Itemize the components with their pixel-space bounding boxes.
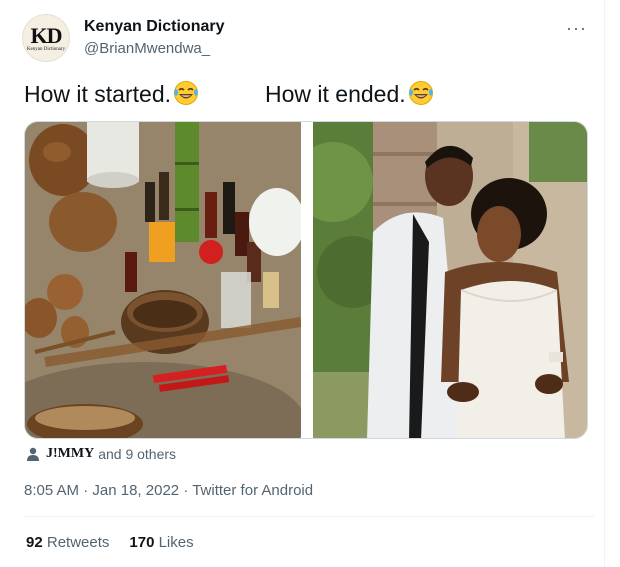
engagement-stats: 92 Retweets 170 Likes — [26, 534, 194, 551]
face-with-tears-of-joy-emoji — [408, 81, 433, 105]
tweet-media[interactable] — [24, 121, 588, 439]
user-handle[interactable]: @BrianMwendwa_ — [84, 40, 210, 57]
wedding-couple-photo[interactable] — [313, 122, 588, 439]
likes-count: 170 — [129, 534, 155, 551]
liker-name[interactable]: J!MMY — [46, 446, 94, 462]
likers-rest[interactable]: and 9 others — [98, 446, 176, 462]
face-with-tears-of-joy-emoji — [174, 81, 198, 105]
likes-label: Likes — [158, 534, 194, 551]
divider — [24, 516, 594, 517]
avatar-logo-text: KD — [30, 23, 63, 48]
caption-left-text: How it started. — [24, 81, 171, 107]
tweet-metadata: 8:05 AM · Jan 18, 2022 · Twitter for And… — [24, 482, 313, 499]
avatar-logo-subtext: Kenyan Dictionary — [26, 47, 66, 52]
caption-how-it-ended: How it ended. — [265, 80, 434, 108]
caption-right-text: How it ended. — [265, 81, 406, 107]
retweets-stat[interactable]: 92 Retweets — [26, 534, 109, 551]
more-horizontal-icon[interactable]: ··· — [566, 18, 587, 39]
ritual-items-photo[interactable] — [25, 122, 301, 439]
meta-separator: · — [183, 482, 189, 499]
display-name[interactable]: Kenyan Dictionary — [84, 18, 224, 36]
tweet-time[interactable]: 8:05 AM — [24, 482, 79, 499]
retweets-label: Retweets — [46, 534, 110, 551]
tweet-date[interactable]: Jan 18, 2022 — [92, 482, 179, 499]
tweet-source[interactable]: Twitter for Android — [192, 482, 313, 499]
person-icon — [27, 447, 39, 461]
meta-separator: · — [83, 482, 89, 499]
likes-stat[interactable]: 170 Likes — [129, 534, 193, 551]
retweets-count: 92 — [26, 534, 43, 551]
column-border — [604, 0, 605, 567]
liked-by-row[interactable]: J!MMY and 9 others — [26, 446, 176, 462]
tweet-card: KD Kenyan Dictionary Kenyan Dictionary @… — [0, 0, 620, 567]
avatar[interactable]: KD Kenyan Dictionary — [22, 14, 70, 62]
caption-how-it-started: How it started. — [24, 80, 199, 108]
